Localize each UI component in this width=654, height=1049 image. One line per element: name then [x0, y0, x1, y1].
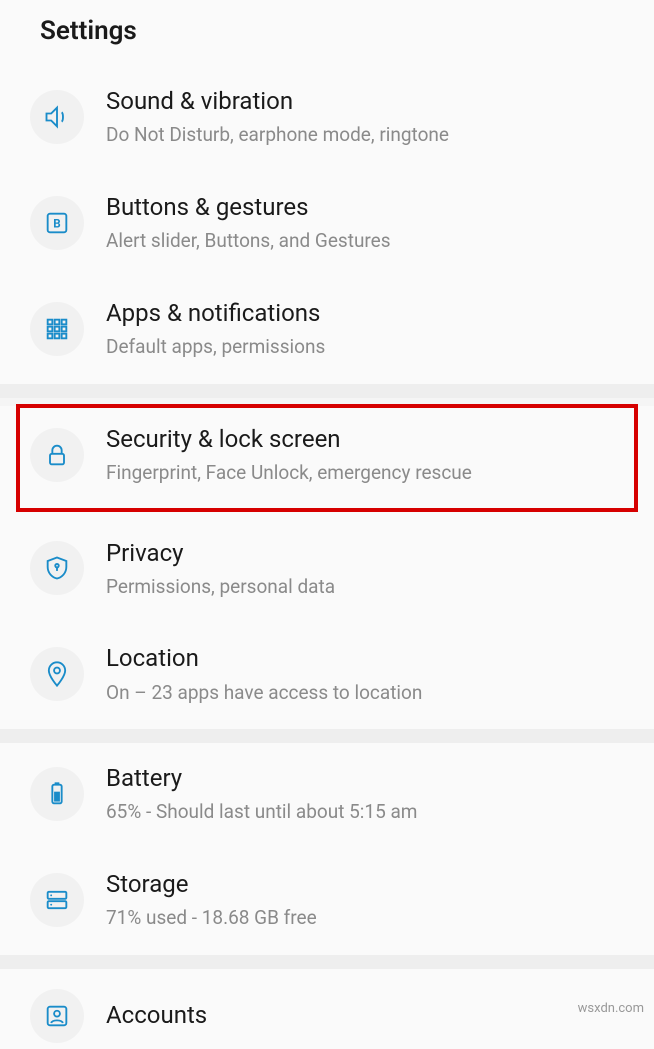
- item-subtitle: Default apps, permissions: [106, 335, 624, 360]
- item-title: Accounts: [106, 1000, 624, 1031]
- item-title: Privacy: [106, 538, 624, 569]
- accounts-icon: [30, 989, 84, 1043]
- item-subtitle: 65% - Should last until about 5:15 am: [106, 800, 624, 825]
- item-subtitle: Permissions, personal data: [106, 575, 624, 600]
- item-title: Apps & notifications: [106, 298, 624, 329]
- item-subtitle: Do Not Disturb, earphone mode, ringtone: [106, 123, 624, 148]
- settings-item-buttons[interactable]: B Buttons & gestures Alert slider, Butto…: [0, 172, 654, 278]
- watermark: wsxdn.com: [578, 1001, 644, 1016]
- section-divider: [0, 384, 654, 398]
- settings-item-privacy[interactable]: Privacy Permissions, personal data: [0, 518, 654, 624]
- button-icon: B: [30, 196, 84, 250]
- settings-item-accounts[interactable]: Accounts: [0, 969, 654, 1049]
- section-3: Accounts: [0, 969, 654, 1049]
- section-2: Battery 65% - Should last until about 5:…: [0, 743, 654, 955]
- item-title: Location: [106, 643, 624, 674]
- settings-item-storage[interactable]: Storage 71% used - 18.68 GB free: [0, 849, 654, 955]
- section-0: Sound & vibration Do Not Disturb, earpho…: [0, 66, 654, 384]
- speaker-icon: [30, 90, 84, 144]
- section-1: Security & lock screen Fingerprint, Face…: [0, 406, 654, 730]
- item-subtitle: Alert slider, Buttons, and Gestures: [106, 229, 624, 254]
- svg-text:B: B: [53, 216, 60, 230]
- settings-item-security[interactable]: Security & lock screen Fingerprint, Face…: [18, 406, 636, 510]
- battery-icon: [30, 767, 84, 821]
- item-title: Buttons & gestures: [106, 192, 624, 223]
- storage-icon: [30, 873, 84, 927]
- item-title: Battery: [106, 763, 624, 794]
- item-title: Storage: [106, 869, 624, 900]
- item-subtitle: 71% used - 18.68 GB free: [106, 906, 624, 931]
- shield-icon: [30, 541, 84, 595]
- page-title: Settings: [40, 16, 614, 46]
- section-divider: [0, 955, 654, 969]
- settings-item-apps[interactable]: Apps & notifications Default apps, permi…: [0, 278, 654, 384]
- section-divider: [0, 729, 654, 743]
- item-subtitle: On – 23 apps have access to location: [106, 681, 624, 706]
- item-title: Sound & vibration: [106, 86, 624, 117]
- settings-item-location[interactable]: Location On – 23 apps have access to loc…: [0, 623, 654, 729]
- pin-icon: [30, 647, 84, 701]
- settings-item-battery[interactable]: Battery 65% - Should last until about 5:…: [0, 743, 654, 849]
- settings-item-sound[interactable]: Sound & vibration Do Not Disturb, earpho…: [0, 66, 654, 172]
- item-subtitle: Fingerprint, Face Unlock, emergency resc…: [106, 461, 624, 486]
- grid-icon: [30, 302, 84, 356]
- settings-header: Settings: [0, 0, 654, 66]
- item-title: Security & lock screen: [106, 424, 624, 455]
- lock-icon: [30, 428, 84, 482]
